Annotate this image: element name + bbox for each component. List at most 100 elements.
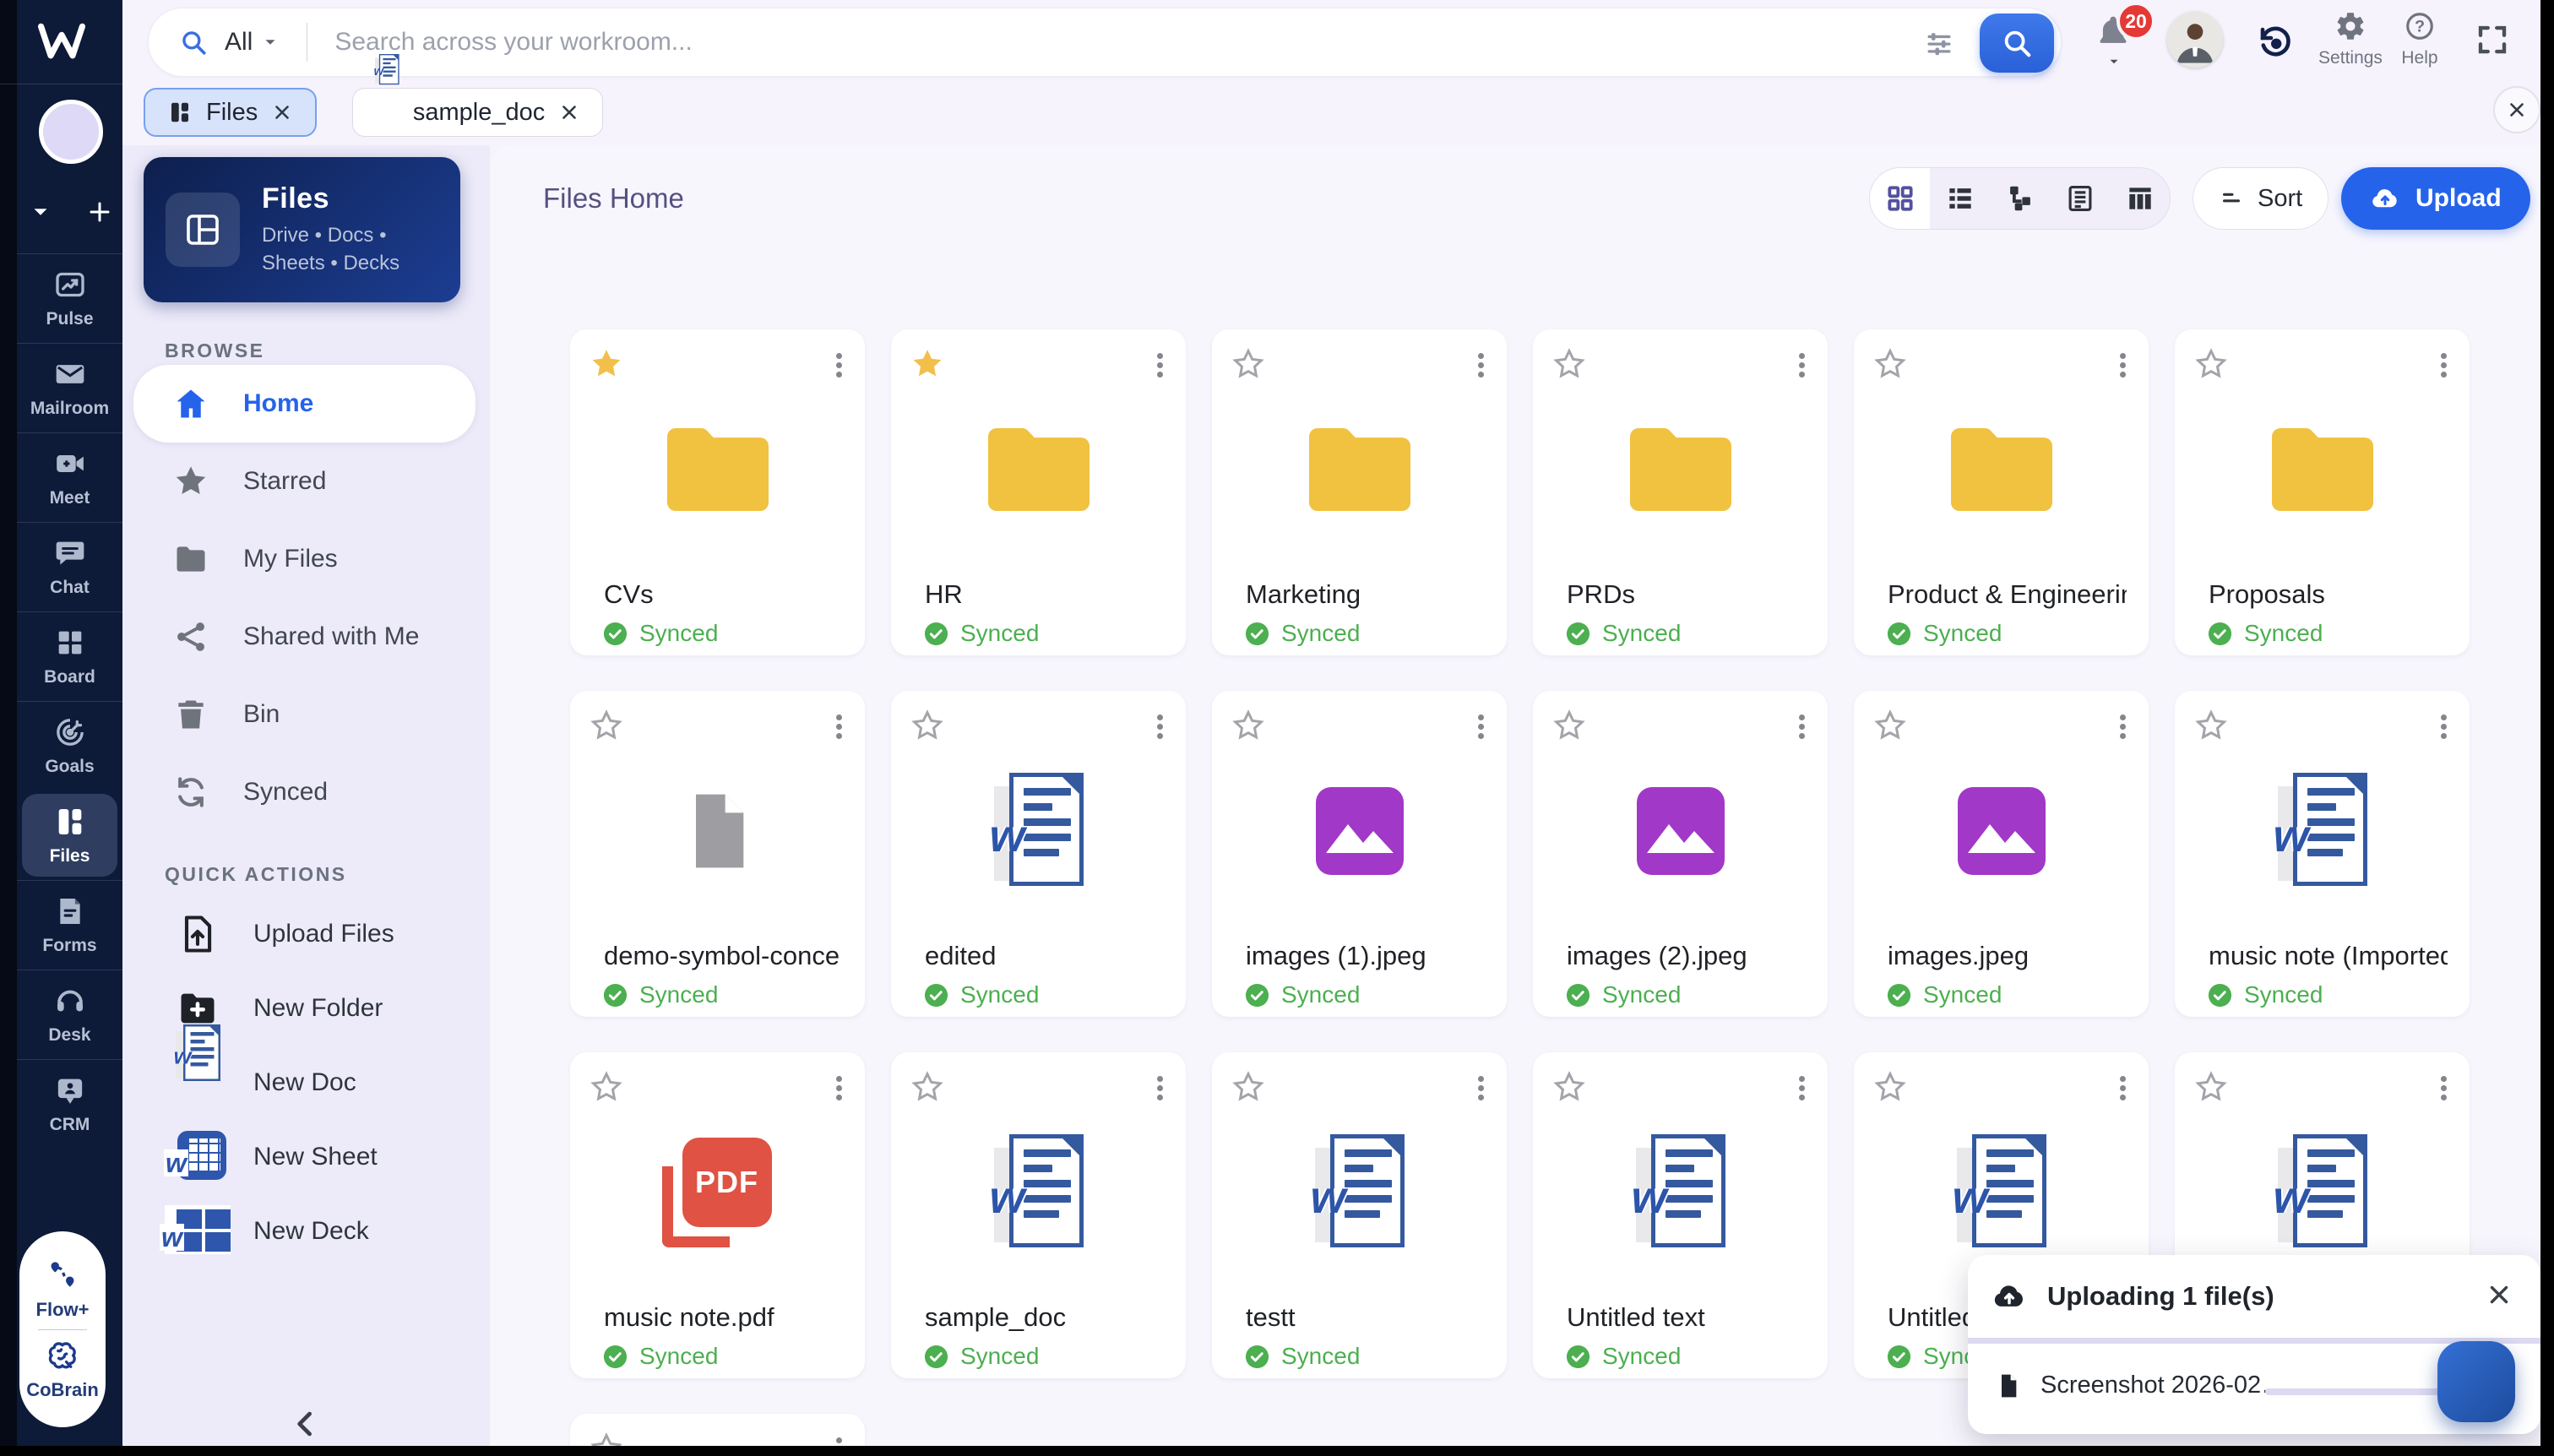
view-mode-detail[interactable] xyxy=(2050,168,2110,229)
search-submit-button[interactable] xyxy=(1980,14,2054,73)
view-mode-list[interactable] xyxy=(1930,168,1990,229)
kebab-menu-icon[interactable] xyxy=(1468,709,1493,744)
close-icon[interactable] xyxy=(2485,1280,2513,1309)
file-card[interactable]: HRSynced xyxy=(891,329,1186,655)
star-outline-icon[interactable] xyxy=(1551,346,1587,382)
star-filled-icon[interactable] xyxy=(910,346,945,382)
rail-item-mailroom[interactable]: Mailroom xyxy=(17,343,122,432)
file-card[interactable]: PRDsSynced xyxy=(1533,329,1828,655)
rail-item-cobrain[interactable]: CoBrain xyxy=(26,1330,99,1410)
file-card[interactable]: Product & EngineeringSynced xyxy=(1854,329,2149,655)
kebab-menu-icon[interactable] xyxy=(2431,348,2456,383)
kebab-menu-icon[interactable] xyxy=(1789,348,1814,383)
file-card[interactable]: wsample_docSynced xyxy=(891,1052,1186,1378)
history-icon[interactable] xyxy=(2255,22,2296,62)
kebab-menu-icon[interactable] xyxy=(826,1432,851,1446)
kebab-menu-icon[interactable] xyxy=(826,1071,851,1106)
star-outline-icon[interactable] xyxy=(1551,708,1587,743)
kebab-menu-icon[interactable] xyxy=(1468,1071,1493,1106)
quick-action-newdoc[interactable]: wNew Doc xyxy=(133,1046,475,1120)
rail-item-flow[interactable]: Flow+ xyxy=(36,1250,90,1329)
star-outline-icon[interactable] xyxy=(589,1069,624,1105)
upload-button[interactable]: Upload xyxy=(2341,167,2530,230)
file-card[interactable] xyxy=(570,1414,865,1446)
file-card[interactable]: wtesttSynced xyxy=(1212,1052,1507,1378)
star-outline-icon[interactable] xyxy=(1231,346,1266,382)
star-outline-icon[interactable] xyxy=(1231,708,1266,743)
collapse-sidebar-chevron[interactable] xyxy=(287,1405,324,1442)
kebab-menu-icon[interactable] xyxy=(826,709,851,744)
chevron-down-icon[interactable] xyxy=(28,199,53,225)
workspace-avatar[interactable] xyxy=(39,100,103,164)
kebab-menu-icon[interactable] xyxy=(2110,709,2135,744)
star-outline-icon[interactable] xyxy=(1551,1069,1587,1105)
plus-icon[interactable] xyxy=(87,199,112,225)
sidebar-item-home[interactable]: Home xyxy=(133,365,475,443)
kebab-menu-icon[interactable] xyxy=(1147,348,1172,383)
rail-item-chat[interactable]: Chat xyxy=(17,522,122,611)
kebab-menu-icon[interactable] xyxy=(1468,348,1493,383)
close-icon[interactable] xyxy=(558,101,580,123)
sidebar-item-starred[interactable]: Starred xyxy=(133,443,475,520)
rail-item-meet[interactable]: Meet xyxy=(17,432,122,522)
search-scope-dropdown[interactable]: All xyxy=(225,28,280,57)
sidebar-item-shared[interactable]: Shared with Me xyxy=(133,598,475,676)
kebab-menu-icon[interactable] xyxy=(2110,348,2135,383)
help-button[interactable]: ? Help xyxy=(2385,10,2454,68)
star-outline-icon[interactable] xyxy=(1872,1069,1908,1105)
kebab-menu-icon[interactable] xyxy=(2110,1071,2135,1106)
kebab-menu-icon[interactable] xyxy=(2431,709,2456,744)
sidebar-item-synced[interactable]: Synced xyxy=(133,753,475,831)
star-outline-icon[interactable] xyxy=(1231,1069,1266,1105)
rail-item-crm[interactable]: CRM xyxy=(17,1059,122,1149)
sidebar-item-myfiles[interactable]: My Files xyxy=(133,520,475,598)
star-outline-icon[interactable] xyxy=(2193,346,2229,382)
rail-item-goals[interactable]: Goals xyxy=(17,701,122,790)
star-outline-icon[interactable] xyxy=(1872,708,1908,743)
filter-tune-icon[interactable] xyxy=(1924,29,1954,59)
file-card[interactable]: CVsSynced xyxy=(570,329,865,655)
close-workspace-button[interactable] xyxy=(2493,86,2540,133)
file-card[interactable]: wmusic note (Imported)Synced xyxy=(2175,691,2470,1017)
rail-item-files[interactable]: Files xyxy=(22,794,117,877)
star-outline-icon[interactable] xyxy=(910,708,945,743)
rail-item-forms[interactable]: Forms xyxy=(17,880,122,970)
rail-item-board[interactable]: Board xyxy=(17,611,122,701)
add-fab-button[interactable] xyxy=(2437,1341,2515,1422)
search-input[interactable] xyxy=(334,28,2061,57)
tab-files[interactable]: Files xyxy=(144,88,317,137)
kebab-menu-icon[interactable] xyxy=(2431,1071,2456,1106)
star-outline-icon[interactable] xyxy=(2193,708,2229,743)
kebab-menu-icon[interactable] xyxy=(1147,709,1172,744)
sidebar-item-bin[interactable]: Bin xyxy=(133,676,475,753)
file-card[interactable]: MarketingSynced xyxy=(1212,329,1507,655)
close-icon[interactable] xyxy=(271,101,293,123)
user-avatar[interactable] xyxy=(2167,12,2223,68)
file-card[interactable]: images.jpegSynced xyxy=(1854,691,2149,1017)
file-card[interactable]: demo-symbol-conce…Synced xyxy=(570,691,865,1017)
kebab-menu-icon[interactable] xyxy=(826,348,851,383)
view-mode-tree[interactable] xyxy=(1990,168,2050,229)
settings-button[interactable]: Settings xyxy=(2316,10,2385,68)
star-outline-icon[interactable] xyxy=(589,708,624,743)
kebab-menu-icon[interactable] xyxy=(1147,1071,1172,1106)
rail-item-desk[interactable]: Desk xyxy=(17,970,122,1059)
brand-logo[interactable] xyxy=(0,0,122,84)
star-outline-icon[interactable] xyxy=(910,1069,945,1105)
file-card[interactable]: images (2).jpegSynced xyxy=(1533,691,1828,1017)
kebab-menu-icon[interactable] xyxy=(1789,1071,1814,1106)
view-mode-grid[interactable] xyxy=(1870,168,1930,229)
files-app-card[interactable]: Files Drive • Docs • Sheets • Decks xyxy=(144,157,460,302)
star-outline-icon[interactable] xyxy=(589,1431,624,1446)
file-card[interactable]: wUntitled textSynced xyxy=(1533,1052,1828,1378)
quick-action-newsheet[interactable]: wNew Sheet xyxy=(133,1120,475,1194)
star-filled-icon[interactable] xyxy=(589,346,624,382)
tab-sample-doc[interactable]: w sample_doc xyxy=(352,88,603,137)
sort-button[interactable]: Sort xyxy=(2193,167,2328,230)
file-card[interactable]: PDFmusic note.pdfSynced xyxy=(570,1052,865,1378)
rail-item-pulse[interactable]: Pulse xyxy=(17,253,122,343)
quick-action-newdeck[interactable]: wNew Deck xyxy=(133,1194,475,1269)
view-mode-columns[interactable] xyxy=(2110,168,2170,229)
quick-action-upload[interactable]: Upload Files xyxy=(133,897,475,971)
star-outline-icon[interactable] xyxy=(2193,1069,2229,1105)
